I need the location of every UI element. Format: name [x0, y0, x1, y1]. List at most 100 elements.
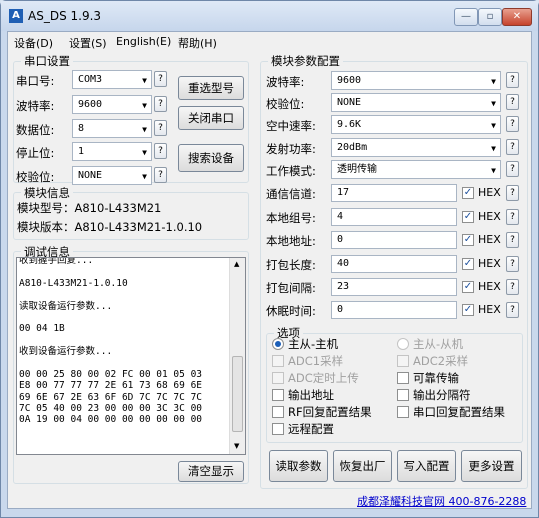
output-separator-label: 输出分隔符: [413, 388, 471, 402]
param-select[interactable]: NONE ▼: [331, 93, 501, 112]
param-help-button[interactable]: ?: [506, 185, 519, 201]
menu-bar: 设备(D) 设置(S) English(E) 帮助(H): [8, 32, 531, 52]
param-select-value: 9600: [337, 75, 362, 86]
hex-checkbox[interactable]: ✓: [462, 258, 474, 270]
chevron-down-icon: ▼: [491, 77, 496, 86]
chevron-down-icon: ▼: [142, 125, 147, 134]
param-select[interactable]: 9.6K ▼: [331, 115, 501, 134]
scroll-up-icon[interactable]: ▲: [234, 260, 239, 268]
log-line: E8 00 77 77 77 2E 61 73 68 69 6E: [19, 380, 203, 392]
param-help-button[interactable]: ?: [506, 302, 519, 318]
reselect-model-button[interactable]: 重选型号: [178, 76, 244, 100]
scroll-down-icon[interactable]: ▼: [234, 442, 239, 450]
menu-device[interactable]: 设备(D): [14, 35, 53, 51]
param-help-button[interactable]: ?: [506, 72, 519, 88]
hex-checkbox[interactable]: ✓: [462, 281, 474, 293]
app-icon: A: [9, 9, 23, 23]
slave-radio[interactable]: [397, 338, 409, 350]
factory-reset-button[interactable]: 恢复出厂: [333, 450, 392, 482]
close-window-button[interactable]: ✕: [502, 8, 532, 26]
rf-reply-checkbox[interactable]: [272, 406, 284, 418]
param-select[interactable]: 透明传输 ▼: [331, 160, 501, 179]
param-help-button[interactable]: ?: [506, 94, 519, 110]
baud-help-button[interactable]: ?: [154, 96, 167, 112]
maximize-button[interactable]: ▫: [478, 8, 502, 26]
reliable-checkbox[interactable]: [397, 372, 409, 384]
search-device-button[interactable]: 搜索设备: [178, 144, 244, 172]
stopbits-help-button[interactable]: ?: [154, 143, 167, 159]
param-help-button[interactable]: ?: [506, 209, 519, 225]
port-help-button[interactable]: ?: [154, 71, 167, 87]
hex-label: HEX: [478, 280, 501, 293]
adc1-checkbox[interactable]: [272, 355, 284, 367]
master-radio[interactable]: [272, 338, 284, 350]
adc-timer-checkbox[interactable]: [272, 372, 284, 384]
param-input[interactable]: 40: [331, 255, 457, 273]
write-config-button[interactable]: 写入配置: [397, 450, 456, 482]
param-help-button[interactable]: ?: [506, 256, 519, 272]
param-input[interactable]: 0: [331, 231, 457, 249]
close-port-button[interactable]: 关闭串口: [178, 106, 244, 130]
clear-display-button[interactable]: 清空显示: [178, 461, 244, 482]
param-help-button[interactable]: ?: [506, 116, 519, 132]
param-input[interactable]: 4: [331, 208, 457, 226]
hex-checkbox[interactable]: ✓: [462, 234, 474, 246]
minimize-button[interactable]: —: [454, 8, 478, 26]
param-help-button[interactable]: ?: [506, 279, 519, 295]
log-line: 收到设备运行参数...: [19, 346, 113, 358]
debug-log[interactable]: 收到握手回复... A810-L433M21-1.0.10 读取设备运行参数... 0…: [16, 257, 246, 455]
app-window: A AS_DS 1.9.3 — ▫ ✕ 设备(D) 设置(S) English(…: [0, 0, 539, 518]
log-line: 读取设备运行参数...: [19, 300, 113, 312]
menu-english[interactable]: English(E): [116, 35, 171, 48]
menu-help[interactable]: 帮助(H): [178, 35, 217, 51]
log-scrollbar[interactable]: ▲ ▼: [229, 258, 245, 454]
more-settings-button[interactable]: 更多设置: [461, 450, 522, 482]
hex-label: HEX: [478, 257, 501, 270]
param-input-label: 本地地址:: [266, 234, 316, 248]
port-select[interactable]: COM3 ▼: [72, 70, 152, 89]
param-input[interactable]: 17: [331, 184, 457, 202]
param-help-button[interactable]: ?: [506, 161, 519, 177]
parity-help-button[interactable]: ?: [154, 167, 167, 183]
databits-select[interactable]: 8 ▼: [72, 119, 152, 138]
read-params-button[interactable]: 读取参数: [269, 450, 328, 482]
module-version: 模块版本：A810-L433M21-1.0.10: [17, 220, 203, 234]
adc2-checkbox[interactable]: [397, 355, 409, 367]
menu-settings[interactable]: 设置(S): [69, 35, 107, 51]
param-help-button[interactable]: ?: [506, 232, 519, 248]
param-select[interactable]: 9600 ▼: [331, 71, 501, 90]
param-select-label: 波特率:: [266, 75, 305, 89]
chevron-down-icon: ▼: [491, 99, 496, 108]
output-address-checkbox[interactable]: [272, 389, 284, 401]
databits-help-button[interactable]: ?: [154, 120, 167, 136]
serial-reply-checkbox[interactable]: [397, 406, 409, 418]
param-select-value: 9.6K: [337, 119, 362, 130]
param-select[interactable]: 20dBm ▼: [331, 138, 501, 157]
client-area: 设备(D) 设置(S) English(E) 帮助(H) 串口设置 串口号: C…: [7, 31, 532, 509]
rf-reply-label: RF回复配置结果: [288, 405, 372, 419]
param-select-value: 透明传输: [337, 164, 377, 175]
company-website-link[interactable]: 成都泽耀科技官网 400-876-2288: [357, 493, 526, 509]
hex-checkbox[interactable]: ✓: [462, 211, 474, 223]
remote-config-checkbox[interactable]: [272, 423, 284, 435]
hex-checkbox[interactable]: ✓: [462, 304, 474, 316]
master-radio-label: 主从-主机: [288, 337, 339, 351]
baud-select[interactable]: 9600 ▼: [72, 95, 152, 114]
param-input-label: 打包长度:: [266, 258, 316, 272]
hex-checkbox[interactable]: ✓: [462, 187, 474, 199]
slave-radio-label: 主从-从机: [413, 337, 464, 351]
param-help-button[interactable]: ?: [506, 139, 519, 155]
window-title: AS_DS 1.9.3: [28, 9, 102, 23]
param-input[interactable]: 23: [331, 278, 457, 296]
hex-label: HEX: [478, 233, 501, 246]
stopbits-select[interactable]: 1 ▼: [72, 142, 152, 161]
output-separator-checkbox[interactable]: [397, 389, 409, 401]
log-scrollbar-thumb[interactable]: [232, 356, 243, 432]
log-line: 0A 19 00 04 00 00 00 00 00 00 00: [19, 414, 203, 426]
param-input[interactable]: 0: [331, 301, 457, 319]
parity-select[interactable]: NONE ▼: [72, 166, 152, 185]
